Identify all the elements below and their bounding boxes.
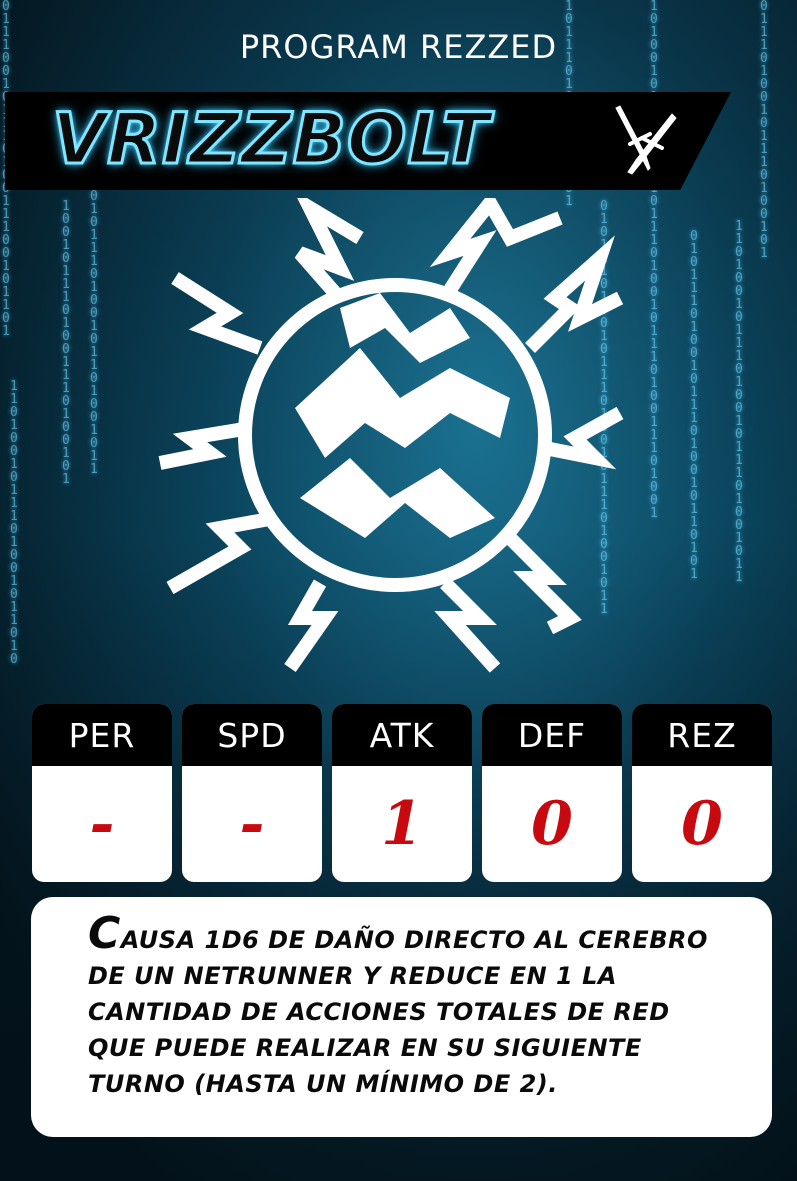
code-rain: 1001011101001110100101 xyxy=(62,199,70,487)
stat-per: PER - xyxy=(32,704,172,882)
stat-value: - xyxy=(239,789,265,859)
crossed-daggers-icon xyxy=(615,105,677,175)
code-rain: 1101001011101001011010 xyxy=(10,379,18,667)
stat-def: DEF 0 xyxy=(482,704,622,882)
stat-atk: ATK 1 xyxy=(332,704,472,882)
code-rain: 0101110100101101001011 xyxy=(90,189,98,477)
stat-label: REZ xyxy=(632,704,772,766)
code-rain: 1101001011101001011101001011 xyxy=(735,219,743,585)
stat-value: 0 xyxy=(681,789,723,859)
description-body: ausa 1D6 de daño directo al cerebro de u… xyxy=(88,926,708,1098)
stat-label: ATK xyxy=(332,704,472,766)
lightning-globe-icon xyxy=(158,198,624,673)
stat-value: 0 xyxy=(531,789,573,859)
stat-label: DEF xyxy=(482,704,622,766)
stat-rez: REZ 0 xyxy=(632,704,772,882)
stat-spd: SPD - xyxy=(182,704,322,882)
code-rain: 010111010010111010010110101 xyxy=(690,229,698,582)
card-name: VRIZZBOLT xyxy=(50,97,491,182)
description-text: Causa 1D6 de daño directo al cerebro de … xyxy=(88,912,728,1102)
description-dropcap: C xyxy=(88,908,121,959)
stat-value: 1 xyxy=(381,789,423,859)
stat-label: SPD xyxy=(182,704,322,766)
stat-value: - xyxy=(89,789,115,859)
stat-label: PER xyxy=(32,704,172,766)
card-subtitle: PROGRAM REZZED xyxy=(239,28,558,66)
